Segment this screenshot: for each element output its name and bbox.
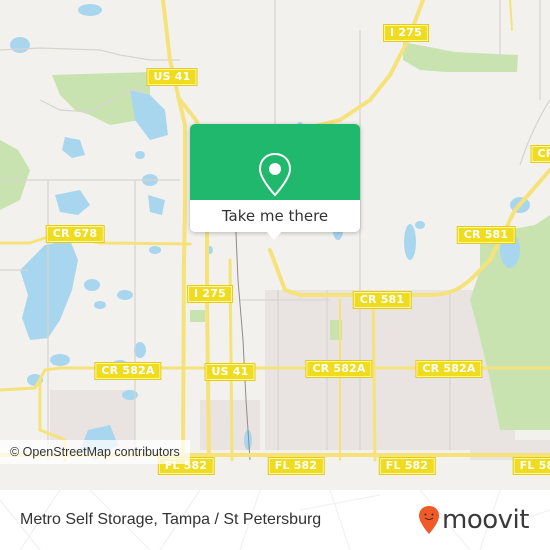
map-attribution[interactable]: © OpenStreetMap contributors [0,440,190,464]
moovit-wordmark: moovit [442,505,529,535]
road-label: FL 582 [378,457,436,475]
road-label: CR 581 [456,226,516,244]
moovit-pin-icon [419,506,439,534]
road-label: I 275 [383,24,429,42]
road-label: US 41 [146,68,198,86]
map[interactable]: I 275 US 41 CR 678 CR 581 CR I 275 CR 58… [0,0,550,490]
popup-header [190,124,360,200]
road-label: US 41 [204,363,256,381]
popup-pointer [265,230,283,240]
footer: Metro Self Storage, Tampa / St Petersbur… [0,490,550,550]
moovit-logo[interactable]: moovit [418,502,529,538]
location-title: Metro Self Storage, Tampa / St Petersbur… [20,511,322,528]
road-label: CR 678 [45,225,105,243]
map-base-layer [0,0,550,462]
take-me-there-button[interactable]: Take me there [190,200,360,232]
road-label: CR 582A [94,362,162,380]
road-label: CR 581 [352,291,412,309]
location-popup: Take me there [190,124,360,240]
road-label: CR [530,145,550,163]
road-label: CR 582A [305,360,373,378]
road-label: FL 58 [512,457,550,475]
road-label: CR 582A [415,360,483,378]
road-label: I 275 [187,285,233,303]
location-pin-icon [258,152,292,197]
road-label: FL 582 [267,457,325,475]
